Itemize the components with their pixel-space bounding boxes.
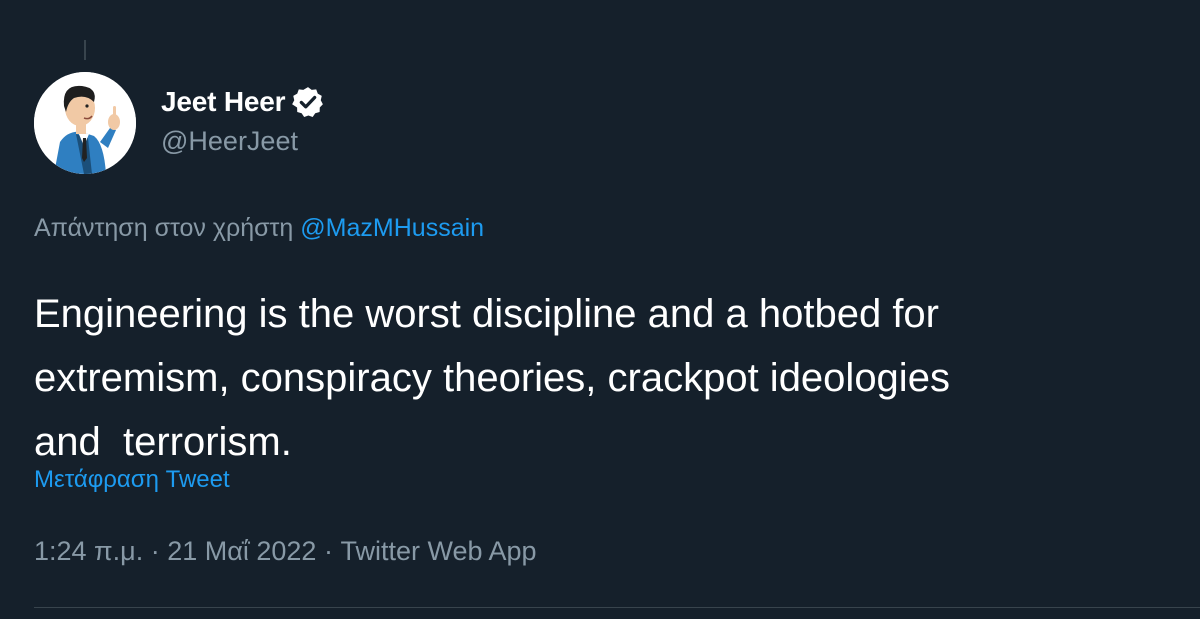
meta-separator-2: ·	[316, 536, 341, 566]
avatar[interactable]	[34, 72, 136, 174]
tweet-text: Engineering is the worst discipline and …	[34, 292, 950, 464]
reply-prefix: Απάντηση στον χρήστη	[34, 214, 301, 242]
thread-connector-line	[84, 40, 86, 60]
verified-badge-icon	[291, 85, 325, 119]
translate-tweet-link[interactable]: Μετάφραση Tweet	[34, 466, 230, 494]
author-display-name[interactable]: Jeet Heer	[161, 86, 285, 118]
avatar-illustration-icon	[34, 72, 136, 174]
tweet-metadata: 1:24 π.μ. · 21 Μαΐ 2022 · Twitter Web Ap…	[34, 536, 537, 567]
divider	[34, 607, 1200, 608]
reply-mention-link[interactable]: @MazMHussain	[300, 214, 484, 242]
meta-separator: ·	[143, 536, 168, 566]
author-name-row[interactable]: Jeet Heer	[161, 82, 325, 122]
reply-context: Απάντηση στον χρήστη @MazMHussain	[34, 214, 484, 243]
author-handle[interactable]: @HeerJeet	[161, 126, 298, 157]
tweet-time[interactable]: 1:24 π.μ.	[34, 536, 143, 566]
tweet-date[interactable]: 21 Μαΐ 2022	[167, 536, 316, 566]
tweet-source[interactable]: Twitter Web App	[340, 536, 536, 566]
